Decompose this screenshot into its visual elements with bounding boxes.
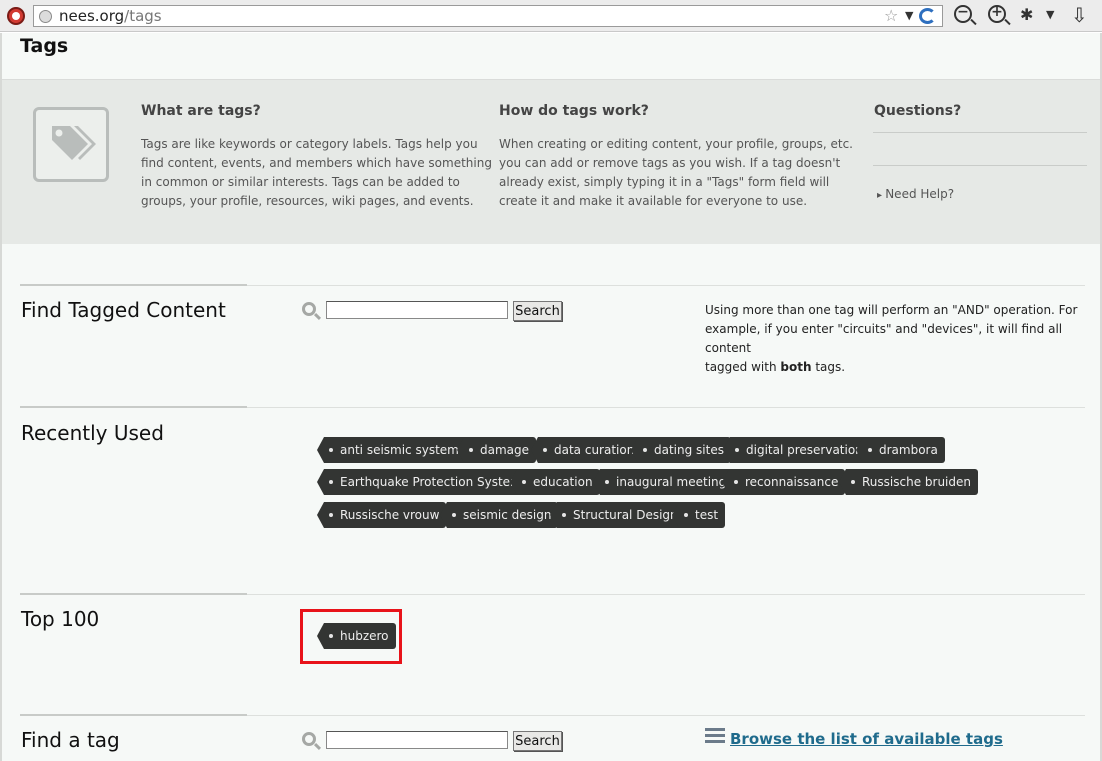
highlight-box (300, 609, 402, 664)
how-line-1: When creating or editing content, your p… (499, 137, 853, 151)
tag-drambora[interactable]: drambora (856, 437, 945, 463)
section-divider-accent (20, 406, 247, 408)
find-tag-search-input[interactable] (326, 731, 508, 749)
list-icon (705, 728, 725, 743)
what-line-1: Tags are like keywords or category label… (141, 137, 478, 151)
what-line-2: find content, events, and members which … (141, 156, 492, 170)
how-line-3: already exist, simply typing it in a "Ta… (499, 175, 830, 189)
url-path: /tags (124, 7, 162, 25)
browse-tags-link[interactable]: Browse the list of available tags (730, 730, 1003, 748)
tag-education[interactable]: education (510, 469, 600, 495)
what-line-4: groups, your profile, resources, wiki pa… (141, 194, 474, 208)
tag-anti-seismic-systems[interactable]: anti seismic systems (316, 437, 473, 463)
and-operation-note: Using more than one tag will perform an … (705, 301, 1090, 377)
note-line-1: Using more than one tag will perform an … (705, 303, 1078, 317)
section-divider-accent (20, 714, 247, 716)
how-tags-work-text: When creating or editing content, your p… (499, 135, 853, 211)
url-host: nees.org (59, 7, 125, 25)
tag-dating-sites[interactable]: dating sites (631, 437, 731, 463)
how-line-4: create it and make it available for ever… (499, 194, 808, 208)
note-line-3-bold: both (780, 360, 812, 374)
tag-structural-design[interactable]: Structural Design (550, 502, 685, 528)
tag-russische-bruiden[interactable]: Russische bruiden (839, 469, 978, 495)
questions-divider-top (873, 132, 1087, 133)
tag-seismic-design[interactable]: seismic design (439, 502, 559, 528)
tag-test[interactable]: test (671, 502, 726, 528)
browser-toolbar: nees.org/tags ☆ ▼ − + ✱ ▼ ⇩ (0, 0, 1102, 32)
history-dropdown-icon[interactable]: ▼ (905, 9, 913, 22)
tag-earthquake-protection-system[interactable]: Earthquake Protection System (317, 469, 529, 495)
find-tagged-search-button[interactable]: Search (513, 301, 562, 321)
what-line-3: in common or similar interests. Tags can… (141, 175, 460, 189)
page: Tags What are tags? Tags are like keywor… (0, 33, 1102, 761)
need-help-link[interactable]: Need Help? (877, 187, 954, 201)
questions-divider-bottom (873, 165, 1087, 166)
browser-app-icon[interactable] (7, 7, 25, 25)
note-line-3: tagged with both tags. (705, 358, 1090, 377)
info-band: What are tags? Tags are like keywords or… (2, 79, 1100, 244)
note-line-3-post: tags. (811, 360, 846, 374)
address-bar[interactable]: nees.org/tags ☆ ▼ (33, 5, 943, 27)
tag-reconnaissance[interactable]: reconnaissance (721, 469, 846, 495)
search-icon (302, 302, 316, 316)
section-divider-accent (20, 593, 247, 595)
note-line-3-pre: tagged with (705, 360, 781, 374)
section-divider-accent (20, 284, 247, 286)
page-title: Tags (20, 35, 69, 57)
bookmark-star-icon[interactable]: ☆ (884, 6, 898, 25)
what-are-tags-text: Tags are like keywords or category label… (141, 135, 492, 211)
addon-icon[interactable]: ✱ (1020, 3, 1033, 27)
url-text[interactable]: nees.org/tags (59, 7, 162, 25)
how-line-2: you can add or remove tags as you wish. … (499, 156, 841, 170)
addon-dropdown-icon[interactable]: ▼ (1046, 3, 1054, 27)
search-icon (302, 732, 316, 746)
zoom-out-icon[interactable]: − (954, 4, 972, 23)
recently-used-title: Recently Used (21, 421, 164, 445)
download-icon[interactable]: ⇩ (1071, 3, 1088, 27)
questions-title: Questions? (874, 103, 962, 119)
tag-inaugural-meeting[interactable]: inaugural meeting (592, 469, 734, 495)
tag-russische-vrouw[interactable]: Russische vrouw (316, 502, 447, 528)
zoom-in-icon[interactable]: + (988, 4, 1006, 23)
find-tagged-content-title: Find Tagged Content (21, 298, 226, 322)
tag-digital-preservation[interactable]: digital preservation (723, 437, 870, 463)
reload-icon[interactable] (919, 8, 936, 24)
globe-icon (39, 10, 52, 23)
tag-data-curation[interactable]: data curation (530, 437, 642, 463)
what-are-tags-title: What are tags? (141, 103, 261, 119)
tag-damage[interactable]: damage (456, 437, 537, 463)
note-line-2: example, if you enter "circuits" and "de… (705, 322, 1063, 355)
find-tagged-search-input[interactable] (326, 301, 508, 319)
top-100-title: Top 100 (21, 607, 100, 631)
find-a-tag-title: Find a tag (21, 728, 120, 752)
find-tag-search-button[interactable]: Search (513, 731, 562, 751)
how-tags-work-title: How do tags work? (499, 103, 649, 119)
tag-icon (33, 107, 109, 182)
